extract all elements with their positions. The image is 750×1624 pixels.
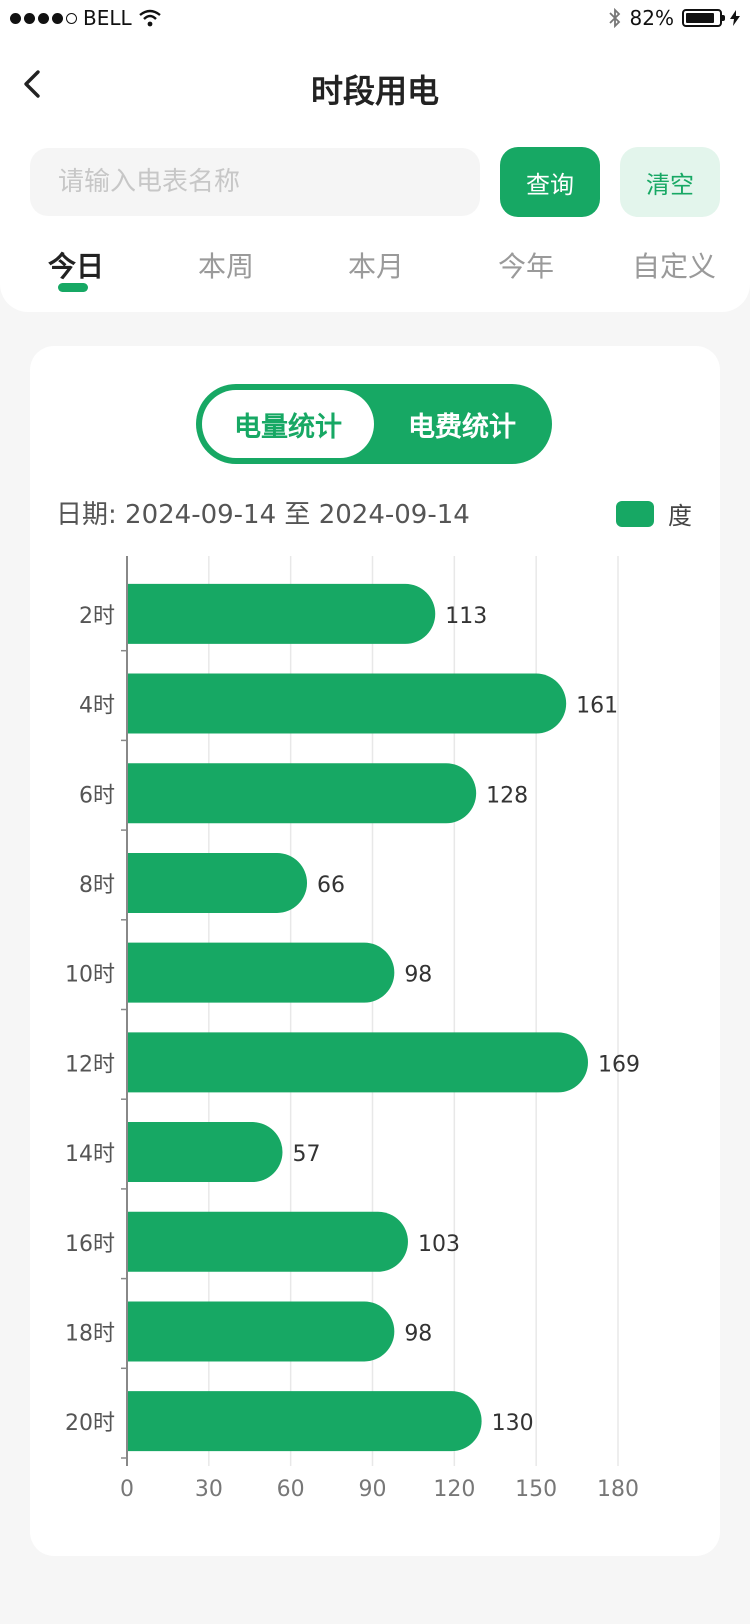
category-tick-label: 18时 <box>65 1321 115 1346</box>
category-tick-label: 16时 <box>65 1232 115 1257</box>
category-tick-label: 20时 <box>65 1411 115 1436</box>
bar-value-label: 98 <box>404 963 432 988</box>
toggle-electricity-cost[interactable]: 电费统计 <box>376 390 548 458</box>
bar-value-label: 57 <box>292 1142 320 1167</box>
date-end: 2024-09-14 <box>318 500 470 530</box>
charging-bolt-icon <box>730 10 740 26</box>
category-tick-label: 2时 <box>79 604 115 629</box>
bar-value-label: 161 <box>576 694 618 719</box>
page-title: 时段用电 <box>310 72 439 110</box>
hourly-usage-bar-chart: 113 2时 161 4时 128 6时 66 8时 98 10时 169 12时 57 14时 103 16… <box>65 556 640 1502</box>
statistics-card: 电量统计 电费统计 日期: 2024-09-14 至 2024-09-14 度 … <box>30 346 720 1556</box>
x-tick-label: 120 <box>433 1477 475 1502</box>
category-tick-label: 6时 <box>79 783 115 808</box>
tab-this-year[interactable]: 今年 <box>466 245 586 285</box>
bar-value-label: 103 <box>418 1232 460 1257</box>
tab-custom[interactable]: 自定义 <box>614 245 734 285</box>
bar <box>127 583 436 644</box>
battery-percent: 82% <box>629 6 674 30</box>
bar-value-label: 130 <box>492 1411 534 1436</box>
status-bar: BELL 82% <box>0 0 750 40</box>
carrier-info: BELL <box>10 6 162 30</box>
clear-button[interactable]: 清空 <box>620 147 720 217</box>
bar <box>127 1122 283 1183</box>
period-tabs: 今日 本周 本月 今年 自定义 <box>0 245 750 305</box>
carrier-name: BELL <box>83 6 132 30</box>
header-card: 时段用电 查询 清空 今日 本周 本月 今年 自定义 <box>0 40 750 312</box>
signal-strength-icon <box>10 12 77 24</box>
bar <box>127 763 477 824</box>
tab-this-week[interactable]: 本周 <box>166 245 286 285</box>
bar-value-label: 66 <box>317 873 345 898</box>
toggle-electricity-usage[interactable]: 电量统计 <box>202 390 374 458</box>
legend-swatch <box>616 500 654 527</box>
bar-value-label: 169 <box>598 1052 640 1077</box>
category-tick-label: 4时 <box>79 694 115 719</box>
bar <box>127 1032 588 1093</box>
bar <box>127 942 395 1003</box>
tab-active-indicator <box>58 283 88 292</box>
x-tick-label: 30 <box>195 1477 223 1502</box>
category-tick-label: 14时 <box>65 1142 115 1167</box>
status-right: 82% <box>608 6 740 30</box>
date-start: 2024-09-14 <box>125 500 277 530</box>
category-tick-label: 12时 <box>65 1052 115 1077</box>
x-tick-label: 150 <box>515 1477 557 1502</box>
x-tick-label: 90 <box>359 1477 387 1502</box>
tab-today[interactable]: 今日 <box>16 245 136 285</box>
wifi-icon <box>138 9 161 27</box>
bar-value-label: 113 <box>445 604 487 629</box>
battery-icon <box>682 9 725 27</box>
date-separator: 至 <box>284 500 311 530</box>
date-range: 日期: 2024-09-14 至 2024-09-14 <box>56 494 470 531</box>
query-button[interactable]: 查询 <box>500 147 600 217</box>
bar <box>127 852 308 913</box>
bar-value-label: 98 <box>404 1321 432 1346</box>
x-tick-label: 60 <box>277 1477 305 1502</box>
category-tick-label: 10时 <box>65 963 115 988</box>
bluetooth-icon <box>608 8 620 28</box>
meter-search-input[interactable] <box>30 148 480 216</box>
bar <box>127 1301 395 1362</box>
date-label: 日期: <box>56 500 117 530</box>
legend-label: 度 <box>668 502 692 530</box>
category-tick-label: 8时 <box>79 873 115 898</box>
bar <box>127 1211 408 1272</box>
x-tick-label: 180 <box>597 1477 639 1502</box>
chart-legend: 度 <box>616 496 692 531</box>
bar <box>127 673 567 734</box>
tab-this-month[interactable]: 本月 <box>316 245 436 285</box>
bar <box>127 1391 482 1452</box>
bar-value-label: 128 <box>486 783 528 808</box>
x-tick-label: 0 <box>120 1477 134 1502</box>
stat-type-toggle: 电量统计 电费统计 <box>196 384 552 464</box>
